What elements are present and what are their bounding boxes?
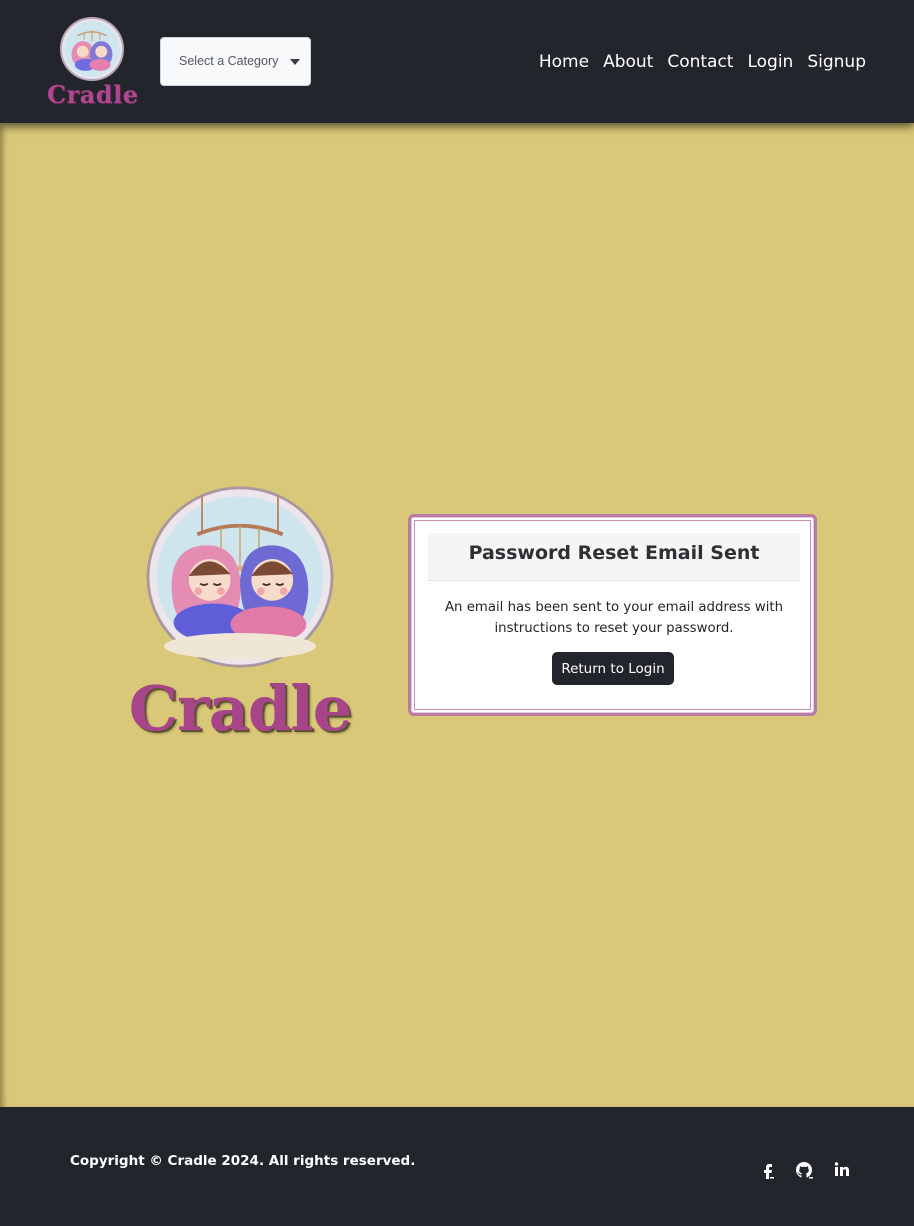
nav-home[interactable]: Home (532, 51, 596, 73)
brand-name: Cradle (47, 80, 139, 109)
nav-contact[interactable]: Contact (660, 51, 740, 73)
card-header: Password Reset Email Sent (428, 533, 800, 581)
navbar: Cradle Select a Category Home About Cont… (0, 0, 914, 123)
hero-logo: Cradle (118, 483, 362, 751)
nav-about[interactable]: About (596, 51, 660, 73)
cradle-emblem-icon (59, 16, 125, 82)
copyright-text: Copyright © Cradle 2024. All rights rese… (70, 1153, 416, 1169)
main-nav: Home About Contact Login Signup (532, 51, 873, 73)
footer: Copyright © Cradle 2024. All rights rese… (0, 1107, 914, 1226)
chevron-down-icon (290, 59, 300, 65)
brand-logo[interactable]: Cradle (47, 14, 139, 110)
card-title: Password Reset Email Sent (468, 542, 760, 564)
nav-login[interactable]: Login (740, 51, 800, 73)
facebook-icon[interactable] (758, 1160, 778, 1180)
hero-brand-name: Cradle (128, 672, 353, 745)
cradle-emblem-icon (146, 486, 334, 668)
github-icon[interactable] (794, 1160, 814, 1180)
category-select[interactable]: Select a Category (160, 37, 311, 86)
nav-signup[interactable]: Signup (800, 51, 873, 73)
card-message: An email has been sent to your email add… (444, 600, 784, 636)
reset-confirmation-card: Password Reset Email Sent An email has b… (408, 514, 817, 716)
return-to-login-button[interactable]: Return to Login (552, 652, 674, 685)
category-select-value: Select a Category (179, 54, 279, 68)
linkedin-icon[interactable] (832, 1160, 852, 1180)
